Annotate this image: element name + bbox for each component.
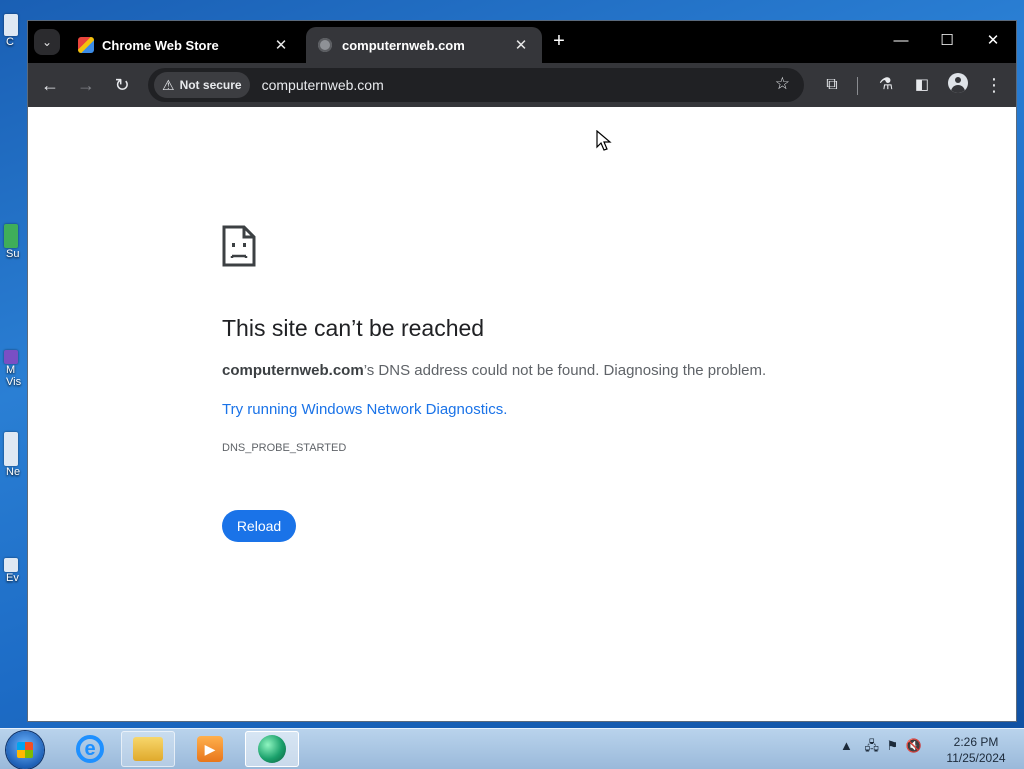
show-hidden-icons-icon[interactable]: ▲ bbox=[840, 738, 853, 753]
taskbar: e ▶ ▲ 🖧 ⚑ 🔇 2:26 PM 11/25/2024 bbox=[0, 728, 1024, 769]
toolbar-divider bbox=[857, 77, 858, 95]
volume-muted-icon[interactable]: 🔇 bbox=[906, 738, 922, 753]
browser-window: ⌄ Chrome Web Store ✕ computernweb.com ✕ … bbox=[27, 20, 1017, 722]
extensions-icon[interactable]: ⧉ bbox=[820, 73, 844, 97]
clock-date: 11/25/2024 bbox=[946, 751, 1006, 765]
error-domain: computernweb.com bbox=[222, 362, 364, 379]
document-icon bbox=[4, 558, 18, 572]
back-button[interactable]: ← bbox=[38, 73, 62, 97]
labs-flask-icon[interactable]: ⚗ bbox=[874, 73, 898, 97]
sad-page-icon bbox=[222, 225, 256, 267]
taskbar-internet-explorer[interactable]: e bbox=[63, 731, 117, 767]
warning-triangle-icon: ⚠ bbox=[162, 76, 175, 93]
desktop-icon-label: Vis bbox=[6, 376, 22, 388]
error-description: computernweb.com’s DNS address could not… bbox=[222, 362, 766, 379]
site-info-chip[interactable]: ⚠ Not secure bbox=[154, 72, 250, 98]
side-panel-icon[interactable]: ◧ bbox=[910, 73, 934, 97]
tab-close-button[interactable]: ✕ bbox=[272, 36, 290, 54]
mouse-cursor-icon bbox=[596, 130, 612, 151]
url-text[interactable]: computernweb.com bbox=[262, 77, 384, 93]
reload-button[interactable]: Reload bbox=[222, 510, 296, 542]
browser-app-icon bbox=[258, 735, 286, 763]
new-tab-button[interactable]: + bbox=[547, 30, 571, 53]
tab-computernweb[interactable]: computernweb.com ✕ bbox=[306, 27, 542, 63]
desktop-icon-label: M bbox=[6, 364, 16, 376]
desktop-icon-label: Su bbox=[6, 248, 20, 260]
app-icon bbox=[4, 224, 18, 248]
desktop-icon-label: Ev bbox=[6, 572, 19, 584]
address-bar[interactable]: ⚠ Not secure computernweb.com ☆ bbox=[148, 68, 804, 102]
tab-chrome-web-store[interactable]: Chrome Web Store ✕ bbox=[66, 27, 302, 63]
forward-button[interactable]: → bbox=[74, 73, 98, 97]
chrome-web-store-icon bbox=[78, 37, 94, 53]
start-button[interactable] bbox=[6, 731, 44, 769]
taskbar-clock[interactable]: 2:26 PM 11/25/2024 bbox=[936, 734, 1016, 766]
action-center-flag-icon[interactable]: ⚑ bbox=[887, 738, 899, 753]
profile-avatar-icon[interactable] bbox=[948, 73, 968, 93]
page-content: This site can’t be reached computernweb.… bbox=[28, 107, 1016, 721]
network-icon[interactable]: 🖧 bbox=[865, 738, 880, 753]
desktop-icon-visual[interactable]: M Vis bbox=[0, 350, 22, 388]
globe-icon bbox=[318, 38, 332, 52]
chevron-down-icon: ⌄ bbox=[41, 35, 53, 49]
not-secure-label: Not secure bbox=[179, 78, 242, 92]
minimize-button[interactable]: — bbox=[878, 29, 924, 53]
maximize-button[interactable]: ☐ bbox=[924, 29, 970, 53]
taskbar-file-explorer[interactable] bbox=[121, 731, 175, 767]
desktop-icon-ne[interactable]: Ne bbox=[0, 432, 22, 478]
tab-close-button[interactable]: ✕ bbox=[512, 36, 530, 54]
media-player-icon: ▶ bbox=[197, 736, 223, 762]
title-bar: ⌄ Chrome Web Store ✕ computernweb.com ✕ … bbox=[28, 21, 1016, 63]
computer-icon bbox=[4, 14, 18, 36]
app-icon bbox=[4, 350, 18, 364]
tab-label: computernweb.com bbox=[342, 37, 465, 53]
desktop-icon-label: Ne bbox=[6, 466, 21, 478]
taskbar-browser[interactable] bbox=[245, 731, 299, 767]
desktop-icon-su[interactable]: Su bbox=[0, 224, 22, 260]
document-icon bbox=[4, 432, 18, 466]
system-tray: ▲ 🖧 ⚑ 🔇 bbox=[840, 737, 922, 759]
taskbar-media-player[interactable]: ▶ bbox=[183, 731, 237, 767]
clock-time: 2:26 PM bbox=[953, 735, 999, 749]
tab-label: Chrome Web Store bbox=[102, 37, 219, 53]
bookmark-star-icon[interactable]: ☆ bbox=[775, 74, 790, 94]
error-code: DNS_PROBE_STARTED bbox=[222, 442, 347, 454]
menu-kebab-icon[interactable]: ⋮ bbox=[982, 73, 1006, 97]
internet-explorer-icon: e bbox=[76, 735, 104, 763]
network-diagnostics-link[interactable]: Try running Windows Network Diagnostics. bbox=[222, 401, 507, 418]
error-title: This site can’t be reached bbox=[222, 315, 485, 341]
reload-toolbar-button[interactable]: ↻ bbox=[110, 73, 134, 97]
browser-toolbar: ← → ↻ ⚠ Not secure computernweb.com ☆ ⧉ … bbox=[28, 63, 1016, 107]
desktop-icon-computer[interactable]: C bbox=[0, 14, 22, 48]
error-description-text: ’s DNS address could not be found. Diagn… bbox=[363, 362, 767, 379]
tab-search-button[interactable]: ⌄ bbox=[34, 29, 60, 55]
folder-icon bbox=[133, 737, 163, 761]
close-window-button[interactable]: ✕ bbox=[970, 29, 1016, 53]
desktop-icon-label: C bbox=[6, 36, 14, 48]
desktop-icon-ev[interactable]: Ev bbox=[0, 558, 22, 584]
